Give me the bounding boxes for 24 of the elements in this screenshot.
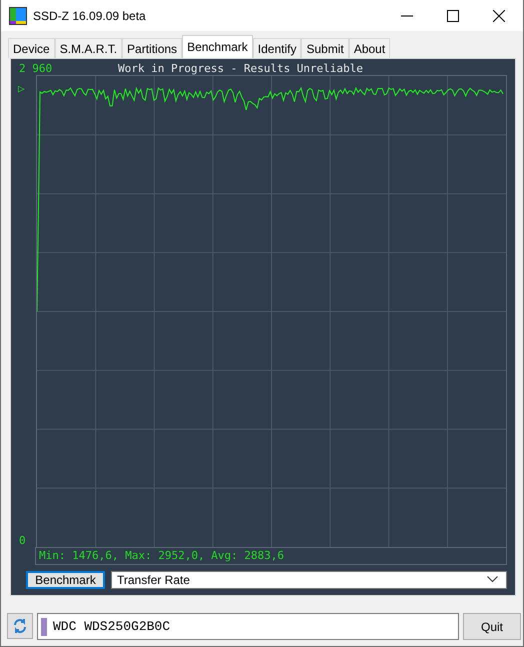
quit-button[interactable]: Quit [463,613,521,640]
drive-color-icon [41,618,47,636]
graph-title: Work in Progress - Results Unreliable [118,62,364,75]
tab[interactable]: Device [8,38,55,58]
app-icon [9,6,27,24]
refresh-icon [12,618,28,634]
tab[interactable]: About [348,38,390,58]
maximize-icon[interactable] [447,10,459,22]
benchmark-button[interactable]: Benchmark [26,570,105,589]
tab[interactable]: Identify [252,38,302,58]
stats-text: Min: 1476,6, Max: 2952,0, Avg: 2883,6 [35,546,507,565]
axis-min-label: 0 [18,534,26,547]
tab[interactable]: Submit [301,38,349,58]
mode-dropdown[interactable]: Transfer Rate [111,570,507,589]
tab[interactable]: Partitions [122,38,182,58]
chevron-down-icon [487,576,498,584]
refresh-button[interactable] [7,613,33,639]
level-marker: ▷ [18,82,25,95]
tab[interactable]: S.M.A.R.T. [54,38,122,58]
drive-field[interactable]: WDC WDS250G2B0C [37,613,459,640]
tab[interactable]: Benchmark [182,35,253,58]
close-icon[interactable] [493,10,505,22]
window-title: SSD-Z 16.09.09 beta [33,8,146,22]
axis-max-label: 2 960 [18,62,54,75]
